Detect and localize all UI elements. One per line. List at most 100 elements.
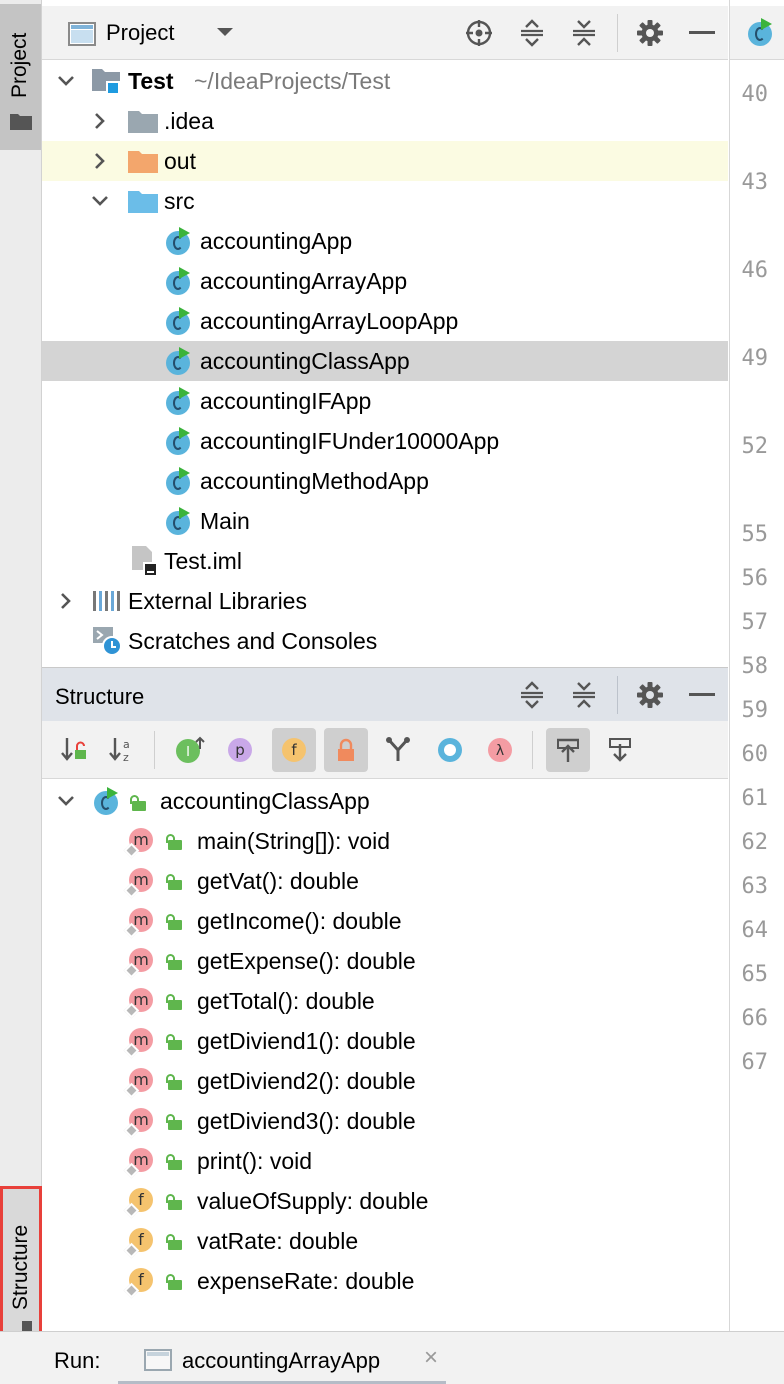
tree-item-label: accountingArrayLoopApp — [200, 308, 459, 334]
run-tab-label: accountingArrayApp — [182, 1348, 381, 1373]
tree-item-class[interactable]: accountingMethodApp — [42, 461, 728, 501]
chevron-down-icon[interactable] — [90, 191, 110, 211]
public-lock-icon — [166, 914, 182, 930]
folder-icon — [10, 114, 32, 130]
structure-member-field[interactable]: f expenseRate: double — [42, 1261, 728, 1301]
gear-icon — [637, 20, 663, 46]
tree-item-scratches[interactable]: Scratches and Consoles — [42, 621, 728, 661]
method-icon: m — [123, 1146, 156, 1179]
tree-item-external-libraries[interactable]: External Libraries — [42, 581, 728, 621]
project-view-icon — [68, 22, 96, 46]
sort-by-visibility-button[interactable] — [52, 728, 96, 772]
method-icon: m — [123, 1026, 156, 1059]
header-separator — [617, 676, 618, 714]
chevron-right-icon[interactable] — [90, 111, 110, 131]
tree-item-out[interactable]: out — [42, 141, 728, 181]
tree-item-class[interactable]: accountingIFUnder10000App — [42, 421, 728, 461]
tree-item-src[interactable]: src — [42, 181, 728, 221]
structure-member-label: valueOfSupply: double — [197, 1188, 429, 1214]
lambda-glyph: λ — [496, 743, 504, 759]
chevron-right-icon[interactable] — [90, 151, 110, 171]
collapse-all-button[interactable] — [569, 681, 599, 709]
field-icon: f — [123, 1226, 156, 1259]
autoscroll-to-source-button[interactable] — [546, 728, 590, 772]
structure-member-method[interactable]: m getExpense(): double — [42, 941, 728, 981]
show-fields-button[interactable]: f — [272, 728, 316, 772]
expand-all-icon — [521, 681, 543, 709]
collapse-all-button[interactable] — [569, 19, 599, 47]
class-icon — [166, 427, 192, 455]
toolbar-separator — [154, 731, 155, 769]
structure-root-class[interactable]: accountingClassApp — [42, 781, 728, 821]
line-number: 65 — [741, 962, 769, 987]
structure-member-field[interactable]: f valueOfSupply: double — [42, 1181, 728, 1221]
property-glyph: p — [235, 741, 245, 759]
line-number: 66 — [741, 1006, 769, 1031]
line-number: 55 — [741, 522, 769, 547]
show-lambdas-button[interactable]: λ — [478, 728, 522, 772]
close-icon[interactable]: × — [424, 1344, 438, 1372]
field-icon: f — [282, 738, 306, 762]
settings-button[interactable] — [635, 681, 665, 709]
settings-button[interactable] — [635, 19, 665, 47]
scratches-icon — [93, 627, 122, 656]
chevron-down-icon[interactable] — [56, 71, 76, 91]
autoscroll-from-source-button[interactable] — [598, 728, 642, 772]
show-inner-classes-button[interactable] — [428, 728, 472, 772]
project-view-selector[interactable]: Project — [106, 20, 174, 46]
public-lock-icon — [166, 1074, 182, 1090]
structure-member-label: getDiviend3(): double — [197, 1108, 416, 1134]
tree-item-class[interactable]: Main — [42, 501, 728, 541]
structure-member-method[interactable]: m getIncome(): double — [42, 901, 728, 941]
collapse-all-icon — [573, 682, 595, 708]
tree-item-test[interactable]: Test ~/IdeaProjects/Test — [42, 61, 728, 101]
structure-member-method[interactable]: m getDiviend2(): double — [42, 1061, 728, 1101]
inner-class-icon — [438, 738, 462, 762]
line-number: 57 — [741, 610, 769, 635]
tree-item-iml[interactable]: Test.iml — [42, 541, 728, 581]
structure-panel-header: Structure — [42, 667, 728, 721]
hide-panel-button[interactable] — [687, 19, 717, 47]
structure-member-method[interactable]: m getDiviend1(): double — [42, 1021, 728, 1061]
tree-item-label: Test — [128, 68, 174, 94]
method-icon: m — [123, 1066, 156, 1099]
run-tab[interactable]: accountingArrayApp × — [118, 1332, 446, 1384]
line-number: 62 — [741, 830, 769, 855]
show-inherited-button[interactable]: I — [168, 728, 212, 772]
expand-all-button[interactable] — [517, 681, 547, 709]
structure-member-method[interactable]: m getTotal(): double — [42, 981, 728, 1021]
project-tool-tab[interactable]: Project — [0, 4, 41, 150]
collapse-all-icon — [573, 20, 595, 46]
tree-item-class[interactable]: accountingArrayLoopApp — [42, 301, 728, 341]
method-icon: m — [123, 866, 156, 899]
chevron-right-icon[interactable] — [56, 591, 76, 611]
structure-member-label: print(): void — [197, 1148, 313, 1174]
structure-member-method[interactable]: m getVat(): double — [42, 861, 728, 901]
structure-member-field[interactable]: f vatRate: double — [42, 1221, 728, 1261]
sort-alphabetically-button[interactable]: az — [100, 728, 144, 772]
tree-item-label: Scratches and Consoles — [128, 628, 378, 654]
editor-gutter: 40 43 46 49 52 55 56 57 58 59 60 61 62 6… — [729, 0, 784, 1338]
tree-item-class[interactable]: accountingApp — [42, 221, 728, 261]
show-properties-button[interactable]: p — [218, 728, 262, 772]
locate-file-button[interactable] — [464, 19, 494, 47]
crosshair-icon — [466, 20, 492, 46]
show-non-public-button[interactable] — [324, 728, 368, 772]
chevron-down-icon[interactable] — [215, 25, 235, 39]
structure-member-method[interactable]: m print(): void — [42, 1141, 728, 1181]
public-lock-icon — [166, 1194, 182, 1210]
field-icon: f — [123, 1186, 156, 1219]
tree-item-idea[interactable]: .idea — [42, 101, 728, 141]
chevron-down-icon[interactable] — [56, 791, 76, 811]
editor-tab[interactable] — [730, 6, 784, 60]
tree-item-class[interactable]: accountingArrayApp — [42, 261, 728, 301]
hide-panel-button[interactable] — [687, 681, 717, 709]
structure-member-method[interactable]: m getDiviend3(): double — [42, 1101, 728, 1141]
structure-member-method[interactable]: m main(String[]): void — [42, 821, 728, 861]
show-anonymous-button[interactable] — [376, 728, 420, 772]
tree-item-class[interactable]: accountingIFApp — [42, 381, 728, 421]
excluded-folder-icon — [128, 151, 158, 173]
tree-item-class-selected[interactable]: accountingClassApp — [42, 341, 728, 381]
structure-member-label: getDiviend2(): double — [197, 1068, 416, 1094]
expand-all-button[interactable] — [517, 19, 547, 47]
